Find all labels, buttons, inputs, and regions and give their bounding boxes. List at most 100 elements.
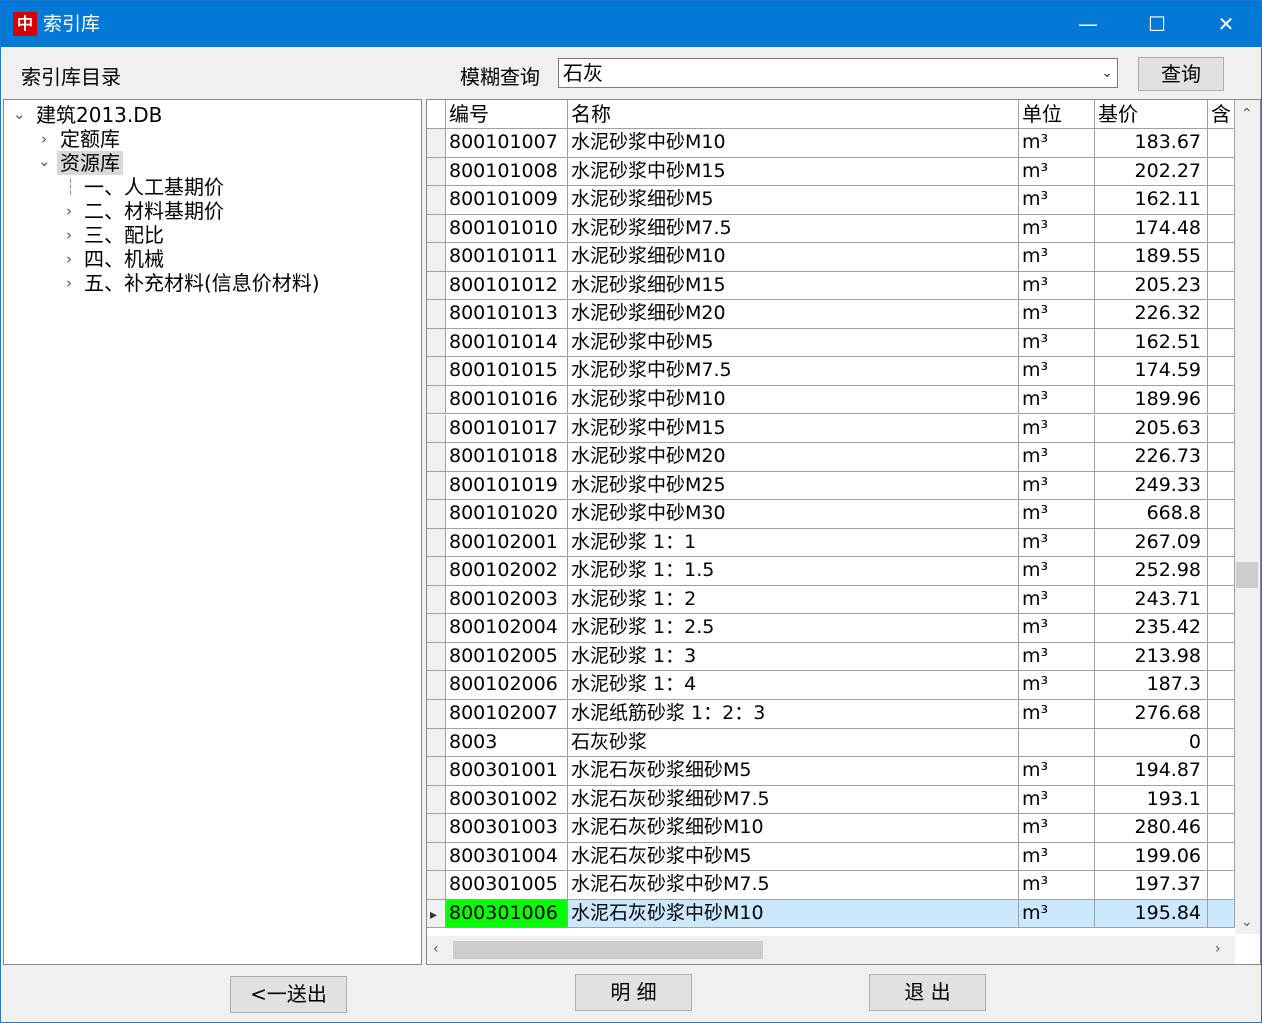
row-indicator[interactable]: [427, 328, 446, 358]
chevron-right-icon[interactable]: ›: [66, 271, 72, 295]
table-row[interactable]: 800102002 水泥砂浆 1：1.5 m³ 252.98: [427, 557, 1235, 586]
row-indicator[interactable]: [427, 700, 446, 729]
chevron-down-icon[interactable]: ⌄: [1101, 61, 1113, 85]
row-indicator[interactable]: ▸: [427, 899, 446, 929]
row-indicator[interactable]: [427, 186, 446, 215]
column-header-code[interactable]: 编号: [446, 100, 568, 129]
search-input[interactable]: 石灰: [563, 60, 603, 86]
cell-content: [1208, 814, 1235, 843]
row-indicator[interactable]: [427, 471, 446, 501]
search-combobox[interactable]: 石灰 ⌄: [558, 58, 1118, 88]
tree-item-mix[interactable]: 三、配比: [84, 223, 164, 247]
row-indicator[interactable]: [427, 671, 446, 700]
table-row[interactable]: 8003 石灰砂浆 0: [427, 728, 1235, 758]
tree-item-machinery[interactable]: 四、机械: [84, 247, 164, 271]
maximize-button[interactable]: ☐: [1122, 1, 1192, 47]
chevron-right-icon[interactable]: ›: [66, 247, 72, 271]
table-row[interactable]: ▸ 800301006 水泥石灰砂浆中砂M10 m³ 195.84: [427, 899, 1235, 929]
table-row[interactable]: 800301001 水泥石灰砂浆细砂M5 m³ 194.87: [427, 757, 1235, 786]
table-row[interactable]: 800101008 水泥砂浆中砂M15 m³ 202.27: [427, 157, 1235, 187]
table-row[interactable]: 800102003 水泥砂浆 1：2 m³ 243.71: [427, 585, 1235, 615]
minimize-button[interactable]: —: [1053, 1, 1123, 47]
scroll-left-icon[interactable]: ‹: [433, 941, 439, 957]
chevron-right-icon[interactable]: ›: [66, 199, 72, 223]
row-indicator[interactable]: [427, 271, 446, 301]
cell-content: [1208, 614, 1235, 643]
table-row[interactable]: 800301003 水泥石灰砂浆细砂M10 m³ 280.46: [427, 814, 1235, 843]
send-button[interactable]: <一送出: [230, 976, 347, 1013]
table-row[interactable]: 800101017 水泥砂浆中砂M15 m³ 205.63: [427, 414, 1235, 444]
table-row[interactable]: 800101013 水泥砂浆细砂M20 m³ 226.32: [427, 300, 1235, 329]
horizontal-scroll-thumb[interactable]: [453, 941, 763, 959]
table-row[interactable]: 800101014 水泥砂浆中砂M5 m³ 162.51: [427, 328, 1235, 358]
tree-item-supplement[interactable]: 五、补充材料(信息价材料): [84, 271, 320, 295]
cell-unit: m³: [1019, 186, 1095, 215]
tree-item-material[interactable]: 二、材料基期价: [84, 199, 224, 223]
table-row[interactable]: 800101011 水泥砂浆细砂M10 m³ 189.55: [427, 243, 1235, 272]
table-row[interactable]: 800101019 水泥砂浆中砂M25 m³ 249.33: [427, 471, 1235, 501]
vertical-scrollbar[interactable]: ⌃ ⌄: [1235, 100, 1260, 934]
resource-grid[interactable]: 编号 名称 单位 基价 含 800101007 水泥砂浆中砂M10 m³ 183.67…: [426, 99, 1261, 965]
table-row[interactable]: 800101012 水泥砂浆细砂M15 m³ 205.23: [427, 271, 1235, 301]
table-row[interactable]: 800101015 水泥砂浆中砂M7.5 m³ 174.59: [427, 357, 1235, 386]
row-indicator[interactable]: [427, 300, 446, 329]
row-indicator[interactable]: [427, 871, 446, 900]
chevron-down-icon[interactable]: ⌄: [13, 102, 26, 126]
close-button[interactable]: ✕: [1191, 1, 1261, 47]
row-indicator[interactable]: [427, 842, 446, 872]
table-row[interactable]: 800102005 水泥砂浆 1：3 m³ 213.98: [427, 642, 1235, 672]
column-header-content[interactable]: 含: [1208, 100, 1235, 129]
tree-item-resource[interactable]: 资源库: [57, 151, 123, 175]
row-indicator[interactable]: [427, 728, 446, 758]
row-indicator[interactable]: [427, 214, 446, 244]
row-indicator[interactable]: [427, 785, 446, 815]
table-row[interactable]: 800102007 水泥纸筋砂浆 1：2：3 m³ 276.68: [427, 700, 1235, 729]
row-indicator[interactable]: [427, 500, 446, 529]
tree-item-labor[interactable]: 一、人工基期价: [84, 175, 224, 199]
vertical-scroll-thumb[interactable]: [1236, 562, 1258, 588]
row-indicator[interactable]: [427, 614, 446, 643]
tree-item-quota[interactable]: 定额库: [60, 127, 120, 151]
row-indicator[interactable]: [427, 157, 446, 187]
query-button[interactable]: 查询: [1138, 57, 1224, 91]
chevron-right-icon[interactable]: ›: [66, 223, 72, 247]
table-row[interactable]: 800102006 水泥砂浆 1：4 m³ 187.3: [427, 671, 1235, 700]
row-indicator[interactable]: [427, 357, 446, 386]
table-row[interactable]: 800101018 水泥砂浆中砂M20 m³ 226.73: [427, 443, 1235, 472]
table-row[interactable]: 800101009 水泥砂浆细砂M5 m³ 162.11: [427, 186, 1235, 215]
table-row[interactable]: 800301004 水泥石灰砂浆中砂M5 m³ 199.06: [427, 842, 1235, 872]
row-indicator[interactable]: [427, 557, 446, 586]
chevron-down-icon[interactable]: ⌄: [38, 149, 51, 173]
column-header-price[interactable]: 基价: [1095, 100, 1208, 129]
row-indicator[interactable]: [427, 585, 446, 615]
table-row[interactable]: 800101020 水泥砂浆中砂M30 m³ 668.8: [427, 500, 1235, 529]
column-header-unit[interactable]: 单位: [1019, 100, 1095, 129]
tree-root[interactable]: 建筑2013.DB: [36, 103, 162, 127]
row-indicator[interactable]: [427, 528, 446, 558]
scroll-down-icon[interactable]: ⌄: [1241, 914, 1253, 930]
row-indicator[interactable]: [427, 385, 446, 415]
row-indicator[interactable]: [427, 443, 446, 472]
column-header-name[interactable]: 名称: [568, 100, 1019, 129]
row-indicator[interactable]: [427, 757, 446, 786]
scroll-right-icon[interactable]: ›: [1215, 941, 1221, 957]
table-row[interactable]: 800101007 水泥砂浆中砂M10 m³ 183.67: [427, 129, 1235, 158]
horizontal-scrollbar[interactable]: ‹ ›: [427, 936, 1235, 964]
row-indicator[interactable]: [427, 243, 446, 272]
detail-button[interactable]: 明 细: [575, 974, 692, 1011]
table-row[interactable]: 800301002 水泥石灰砂浆细砂M7.5 m³ 193.1: [427, 785, 1235, 815]
table-row[interactable]: 800102001 水泥砂浆 1：1 m³ 267.09: [427, 528, 1235, 558]
table-row[interactable]: 800102004 水泥砂浆 1：2.5 m³ 235.42: [427, 614, 1235, 643]
title-bar[interactable]: 中 索引库 — ☐ ✕: [1, 1, 1261, 47]
table-row[interactable]: 800301005 水泥石灰砂浆中砂M7.5 m³ 197.37: [427, 871, 1235, 900]
row-indicator[interactable]: [427, 129, 446, 158]
row-indicator[interactable]: [427, 642, 446, 672]
chevron-right-icon[interactable]: ›: [41, 127, 47, 151]
table-row[interactable]: 800101010 水泥砂浆细砂M7.5 m³ 174.48: [427, 214, 1235, 244]
table-row[interactable]: 800101016 水泥砂浆中砂M10 m³ 189.96: [427, 385, 1235, 415]
row-indicator[interactable]: [427, 414, 446, 444]
catalog-tree[interactable]: ⌄ 建筑2013.DB › 定额库 ⌄ 资源库 ┆ 一、人工基期价 › 二、材料…: [3, 99, 422, 965]
row-indicator[interactable]: [427, 814, 446, 843]
scroll-up-icon[interactable]: ⌃: [1241, 106, 1253, 122]
exit-button[interactable]: 退 出: [869, 974, 986, 1011]
